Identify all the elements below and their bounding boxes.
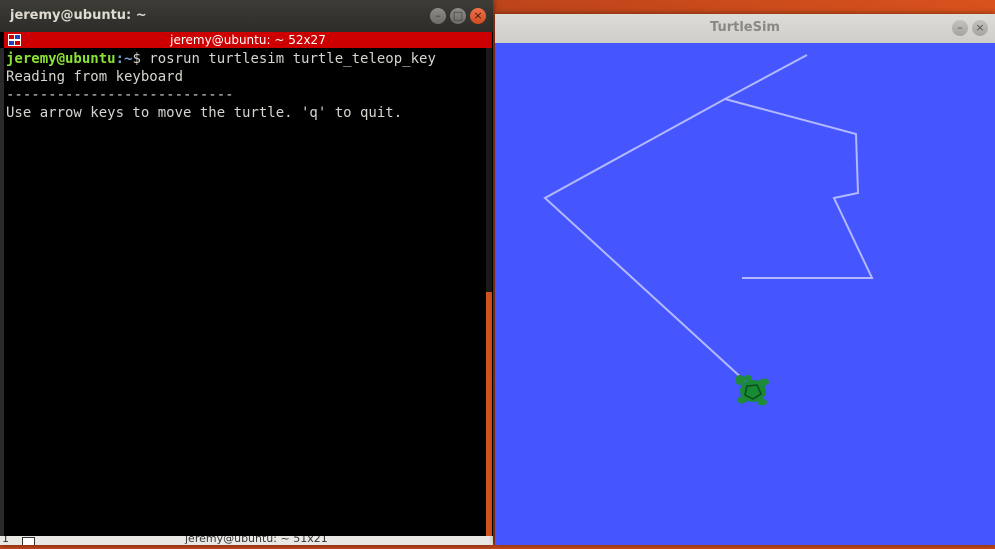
close-button[interactable]: × [470, 8, 486, 24]
terminal-title: jeremy@ubuntu: ~ [10, 8, 147, 23]
turtlesim-minimize-button[interactable]: – [952, 20, 968, 36]
turtle-leg [757, 398, 767, 406]
terminal-titlebar[interactable]: jeremy@ubuntu: ~ – □ × [0, 0, 493, 32]
turtle-trail [543, 98, 746, 382]
background-terminal-icon [22, 537, 35, 545]
background-terminal-title: jeremy@ubuntu: ~ 51x21 [185, 536, 328, 545]
turtle-leg [759, 378, 769, 386]
turtle-head [735, 375, 745, 385]
prompt-symbol: $ [132, 51, 150, 67]
background-terminal-strip[interactable]: 1 jeremy@ubuntu: ~ 51x21 [0, 536, 493, 545]
terminal-command: rosrun turtlesim turtle_teleop_key [149, 51, 436, 67]
terminal-line-command: jeremy@ubuntu:~$ rosrun turtlesim turtle… [6, 50, 488, 68]
turtle-trail [722, 54, 874, 279]
prompt-user: jeremy@ubuntu [6, 51, 116, 67]
maximize-button[interactable]: □ [450, 8, 466, 24]
turtle-leg [737, 396, 747, 404]
terminal-output[interactable]: jeremy@ubuntu:~$ rosrun turtlesim turtle… [4, 48, 488, 536]
prompt-path: :~ [115, 51, 133, 67]
turtlesim-title: TurtleSim [710, 20, 780, 35]
turtle-icon [735, 375, 769, 406]
minimize-button[interactable]: – [430, 8, 446, 24]
turtlesim-close-button[interactable]: × [972, 20, 988, 36]
terminal-scrollbar[interactable] [486, 48, 492, 536]
turtlesim-titlebar[interactable]: TurtleSim – × [495, 14, 995, 44]
tmux-status-bar: jeremy@ubuntu: ~ 52x27 [4, 32, 492, 48]
terminal-window[interactable]: jeremy@ubuntu: ~ – □ × jeremy@ubuntu: ~ … [0, 0, 493, 545]
terminal-line: Use arrow keys to move the turtle. 'q' t… [6, 105, 403, 121]
tmux-status-label: jeremy@ubuntu: ~ 52x27 [170, 33, 326, 47]
terminal-line: Reading from keyboard [6, 69, 184, 85]
turtlesim-canvas [495, 43, 995, 545]
turtlesim-window[interactable]: TurtleSim – × [495, 14, 995, 545]
terminal-scrollbar-thumb[interactable] [486, 292, 492, 536]
turtle-path-drawing [543, 54, 874, 406]
background-terminal-index: 1 [2, 536, 9, 545]
turtle-leg [744, 375, 752, 381]
terminal-line: --------------------------- [6, 87, 234, 103]
